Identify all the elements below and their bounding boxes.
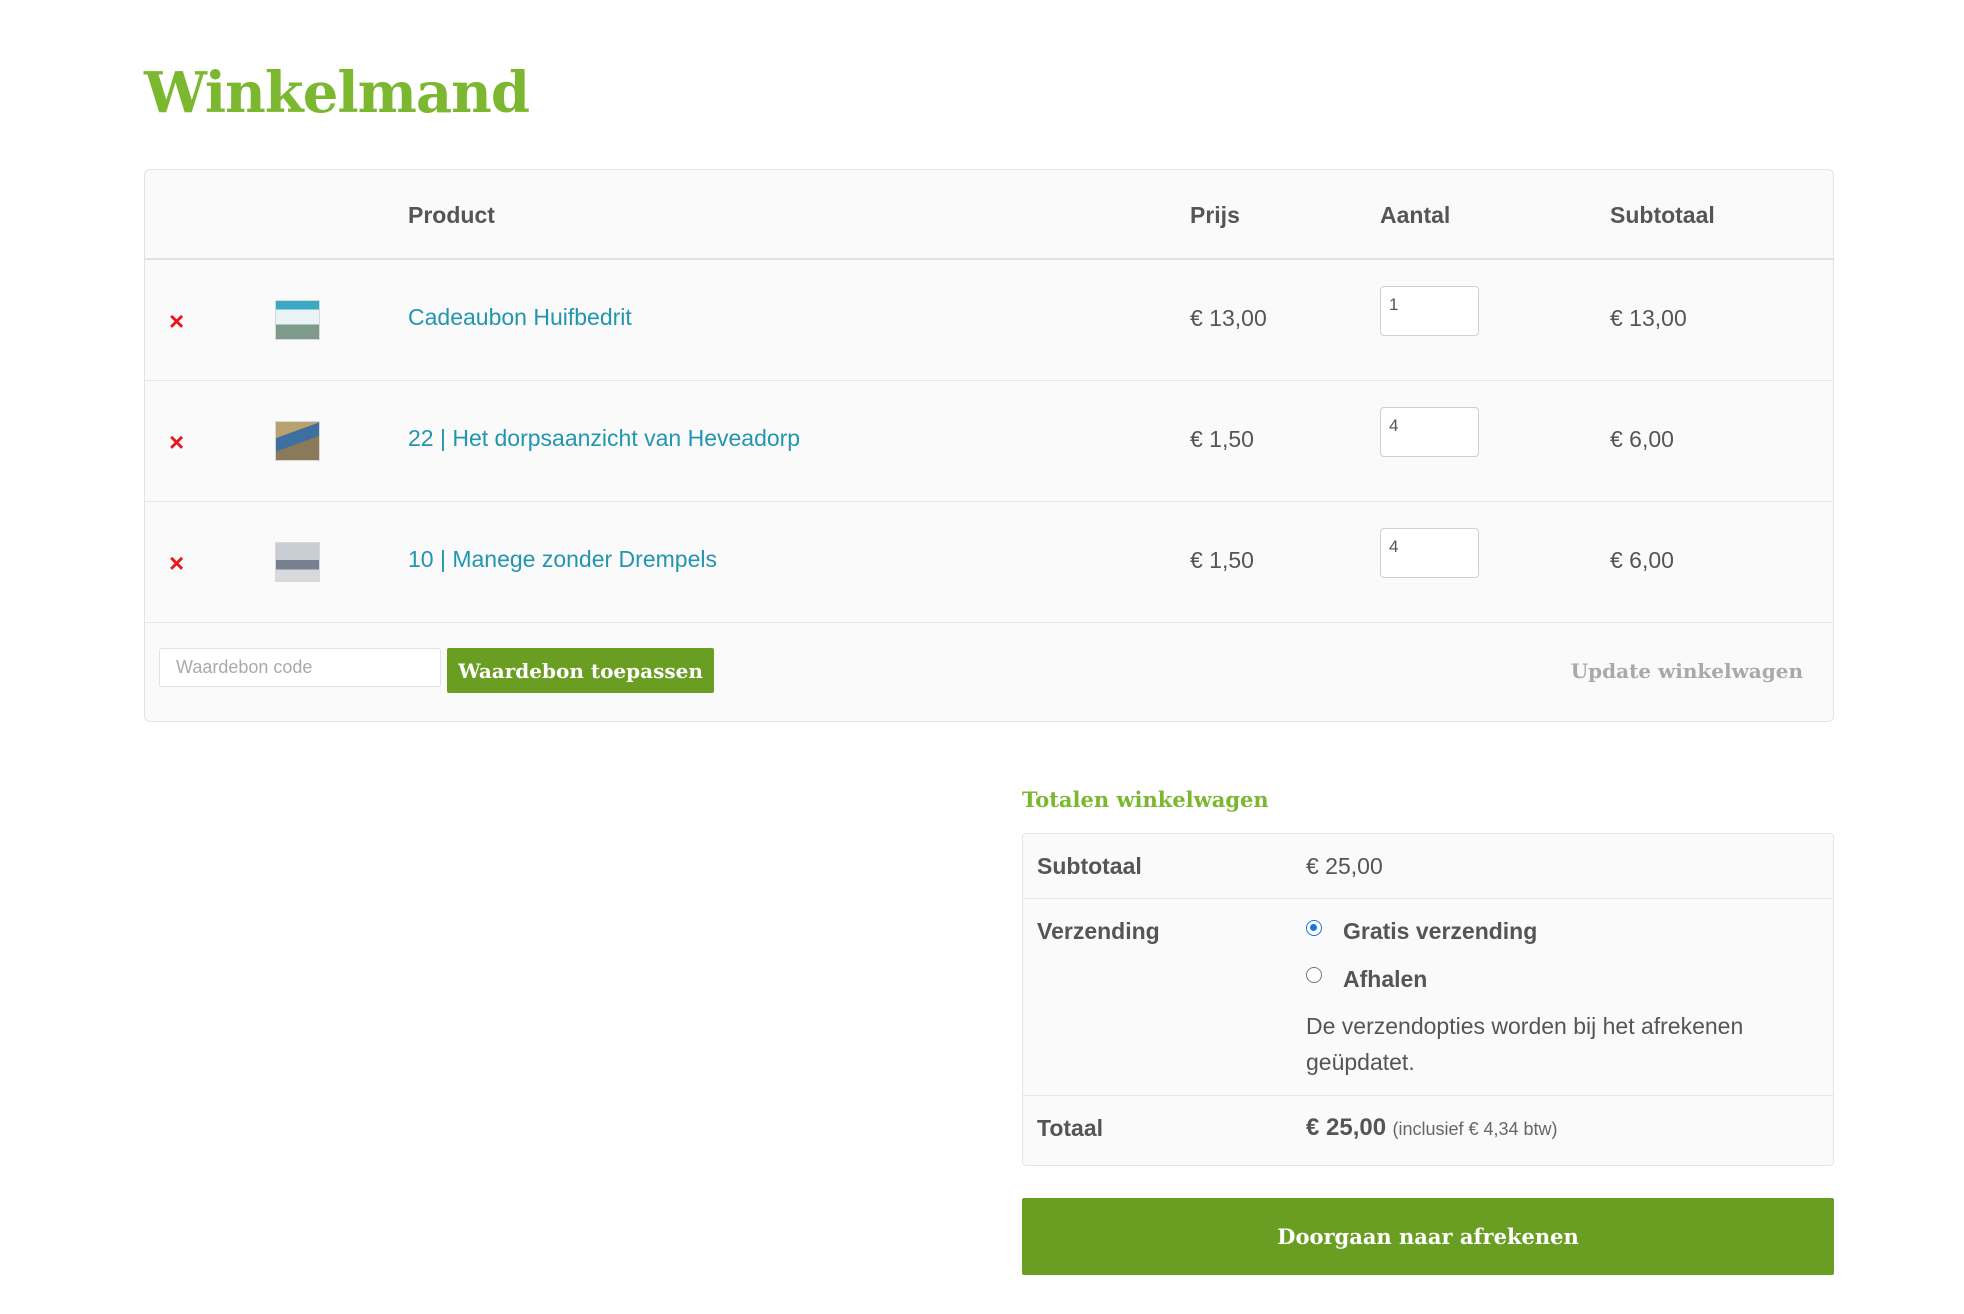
shipping-label: Verzending: [1037, 918, 1160, 944]
product-price: € 13,00: [1190, 305, 1267, 331]
product-link[interactable]: 10 | Manege zonder Drempels: [408, 546, 717, 573]
shipping-option-pickup-label[interactable]: Afhalen: [1343, 966, 1427, 993]
quantity-input[interactable]: [1380, 286, 1479, 336]
proceed-to-checkout-button[interactable]: Doorgaan naar afrekenen: [1022, 1198, 1834, 1275]
total-amount: € 25,00 (inclusief € 4,34 btw): [1306, 1114, 1558, 1142]
cart-table: Product Prijs Aantal Subtotaal × Cadeaub…: [144, 169, 1834, 722]
product-price: € 1,50: [1190, 426, 1254, 452]
remove-item-icon[interactable]: ×: [169, 429, 184, 455]
header-quantity: Aantal: [1380, 202, 1451, 228]
total-label: Totaal: [1037, 1115, 1104, 1141]
header-product: Product: [408, 202, 495, 228]
apply-coupon-button[interactable]: Waardebon toepassen: [447, 648, 714, 693]
product-thumbnail[interactable]: [275, 542, 320, 582]
remove-item-icon[interactable]: ×: [169, 308, 184, 334]
cart-totals-title: Totalen winkelwagen: [1022, 787, 1269, 812]
cart-table-header: Product Prijs Aantal Subtotaal: [145, 170, 1833, 260]
cart-item-row: × Cadeaubon Huifbedrit € 13,00 € 13,00: [145, 260, 1833, 381]
page-title: Winkelmand: [144, 60, 530, 126]
product-thumbnail[interactable]: [275, 421, 320, 461]
product-subtotal: € 13,00: [1610, 305, 1687, 331]
product-link[interactable]: Cadeaubon Huifbedrit: [408, 304, 632, 331]
shipping-option-free-radio[interactable]: [1306, 920, 1322, 936]
update-cart-button[interactable]: Update winkelwagen: [1571, 648, 1803, 693]
subtotal-label: Subtotaal: [1037, 853, 1142, 879]
totals-subtotal-row: Subtotaal € 25,00: [1023, 834, 1833, 899]
total-value: € 25,00: [1306, 1114, 1387, 1141]
cart-item-row: × 22 | Het dorpsaanzicht van Heveadorp €…: [145, 381, 1833, 502]
coupon-code-input[interactable]: [159, 648, 441, 687]
header-price: Prijs: [1190, 202, 1240, 228]
shipping-note: De verzendopties worden bij het afrekene…: [1306, 1013, 1744, 1075]
product-thumbnail[interactable]: [275, 300, 320, 340]
cart-totals-table: Subtotaal € 25,00 Verzending Gratis verz…: [1022, 833, 1834, 1166]
product-price: € 1,50: [1190, 547, 1254, 573]
header-subtotal: Subtotaal: [1610, 202, 1715, 228]
quantity-input[interactable]: [1380, 528, 1479, 578]
shipping-option-free-label[interactable]: Gratis verzending: [1343, 918, 1537, 945]
product-link[interactable]: 22 | Het dorpsaanzicht van Heveadorp: [408, 425, 800, 452]
product-subtotal: € 6,00: [1610, 426, 1674, 452]
totals-shipping-row: Verzending Gratis verzending Afhalen De …: [1023, 899, 1833, 1096]
shipping-option-pickup-radio[interactable]: [1306, 967, 1322, 983]
tax-note: (inclusief € 4,34 btw): [1392, 1119, 1558, 1139]
quantity-input[interactable]: [1380, 407, 1479, 457]
product-subtotal: € 6,00: [1610, 547, 1674, 573]
cart-item-row: × 10 | Manege zonder Drempels € 1,50 € 6…: [145, 502, 1833, 623]
totals-total-row: Totaal € 25,00 (inclusief € 4,34 btw): [1023, 1096, 1833, 1165]
subtotal-value: € 25,00: [1306, 853, 1383, 879]
remove-item-icon[interactable]: ×: [169, 550, 184, 576]
